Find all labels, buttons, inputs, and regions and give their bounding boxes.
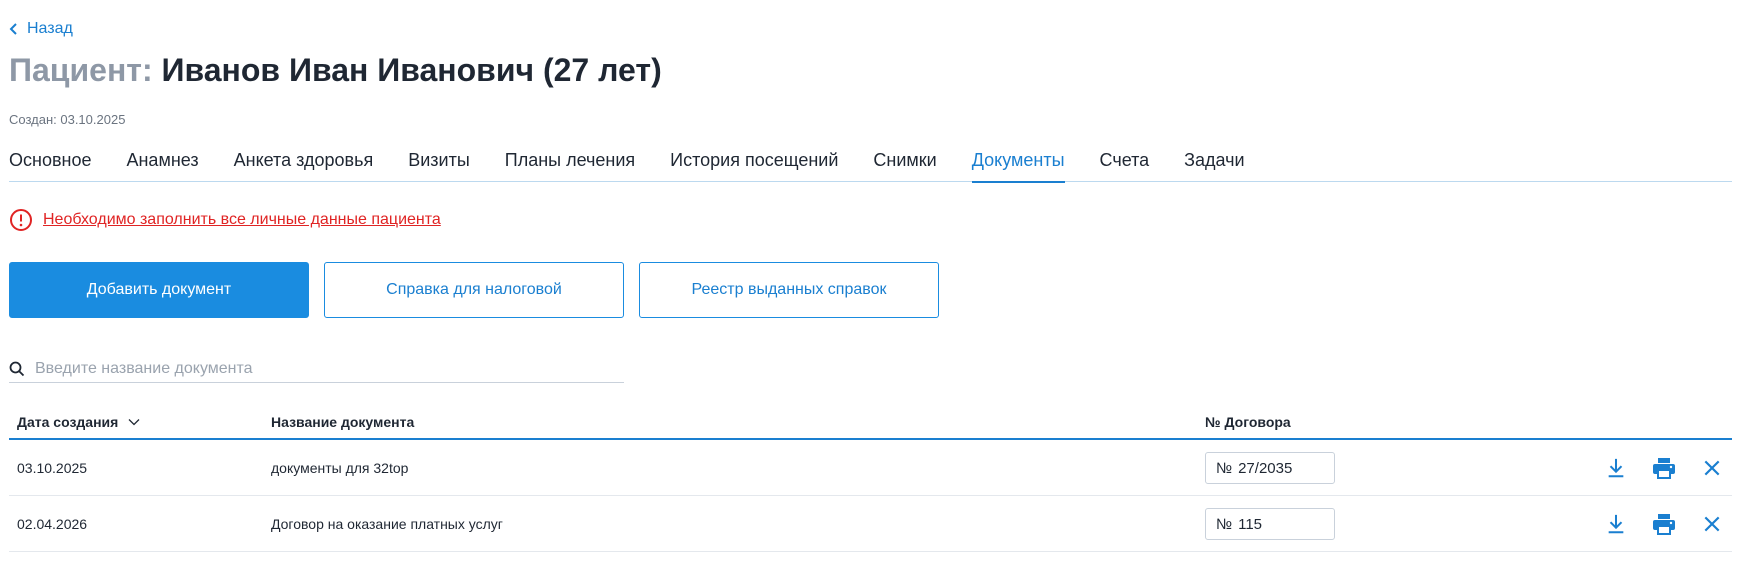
created-date: Создан: 03.10.2025 <box>9 112 126 127</box>
row-document-name: документы для 32top <box>271 460 409 476</box>
page-title: Пациент: Иванов Иван Иванович (27 лет) <box>9 52 662 89</box>
search-icon <box>9 361 25 376</box>
search-box <box>9 355 624 383</box>
patient-name: Иванов Иван Иванович (27 лет) <box>161 52 662 88</box>
column-name-label: Название документа <box>271 414 415 430</box>
tab-visits[interactable]: Визиты <box>408 150 470 182</box>
download-icon <box>1608 458 1624 478</box>
close-icon <box>1704 516 1720 532</box>
title-prefix: Пациент: <box>9 52 153 88</box>
column-date-label: Дата создания <box>17 414 119 430</box>
search-input[interactable] <box>35 359 595 378</box>
printer-icon <box>1653 514 1675 535</box>
tab-documents[interactable]: Документы <box>971 150 1065 183</box>
delete-button[interactable] <box>1700 456 1724 480</box>
tab-main[interactable]: Основное <box>9 150 91 182</box>
download-icon <box>1608 514 1624 534</box>
chevron-left-icon <box>9 23 17 35</box>
tab-anamnesis[interactable]: Анамнез <box>126 150 198 182</box>
tab-tasks[interactable]: Задачи <box>1184 150 1244 182</box>
column-contract-label: № Договора <box>1205 414 1291 430</box>
download-button[interactable] <box>1604 512 1628 536</box>
row-contract-cell: № 115 <box>1205 496 1335 552</box>
alert-link[interactable]: Необходимо заполнить все личные данные п… <box>9 208 441 232</box>
tab-health-form[interactable]: Анкета здоровья <box>234 150 374 182</box>
chevron-down-icon <box>128 419 140 426</box>
tax-certificate-button[interactable]: Справка для налоговой <box>324 262 624 318</box>
back-label: Назад <box>27 20 73 37</box>
download-button[interactable] <box>1604 456 1628 480</box>
back-link[interactable]: Назад <box>9 20 73 38</box>
table-row: 02.04.2026 Договор на оказание платных у… <box>9 496 1732 552</box>
tab-visit-history[interactable]: История посещений <box>670 150 838 182</box>
print-button[interactable] <box>1652 456 1676 480</box>
tab-bar: Основное Анамнез Анкета здоровья Визиты … <box>9 150 1732 183</box>
add-document-button[interactable]: Добавить документ <box>9 262 309 318</box>
documents-table: Дата создания Название документа № Догов… <box>9 408 1732 552</box>
alert-circle-icon <box>10 209 32 231</box>
column-date-sort[interactable]: Дата создания <box>17 414 140 430</box>
contract-prefix: № <box>1216 459 1233 477</box>
contract-number: 27/2035 <box>1238 459 1293 477</box>
tab-treatment-plans[interactable]: Планы лечения <box>505 150 635 182</box>
row-date: 03.10.2025 <box>17 460 88 476</box>
delete-button[interactable] <box>1700 512 1724 536</box>
tab-invoices[interactable]: Счета <box>1100 150 1150 182</box>
row-document-name: Договор на оказание платных услуг <box>271 516 503 532</box>
contract-number: 115 <box>1238 515 1263 533</box>
alert-text: Необходимо заполнить все личные данные п… <box>43 211 441 228</box>
print-button[interactable] <box>1652 512 1676 536</box>
tab-images[interactable]: Снимки <box>873 150 936 182</box>
table-row: 03.10.2025 документы для 32top № 27/2035 <box>9 440 1732 496</box>
close-icon <box>1704 460 1720 476</box>
contract-number-field[interactable]: № 115 <box>1205 508 1335 540</box>
certificates-registry-button[interactable]: Реестр выданных справок <box>639 262 939 318</box>
contract-number-field[interactable]: № 27/2035 <box>1205 452 1335 484</box>
row-date: 02.04.2026 <box>17 516 88 532</box>
row-actions <box>1604 440 1724 496</box>
row-actions <box>1604 496 1724 552</box>
table-header: Дата создания Название документа № Догов… <box>9 408 1732 440</box>
contract-prefix: № <box>1216 515 1233 533</box>
printer-icon <box>1653 458 1675 479</box>
row-contract-cell: № 27/2035 <box>1205 440 1335 496</box>
